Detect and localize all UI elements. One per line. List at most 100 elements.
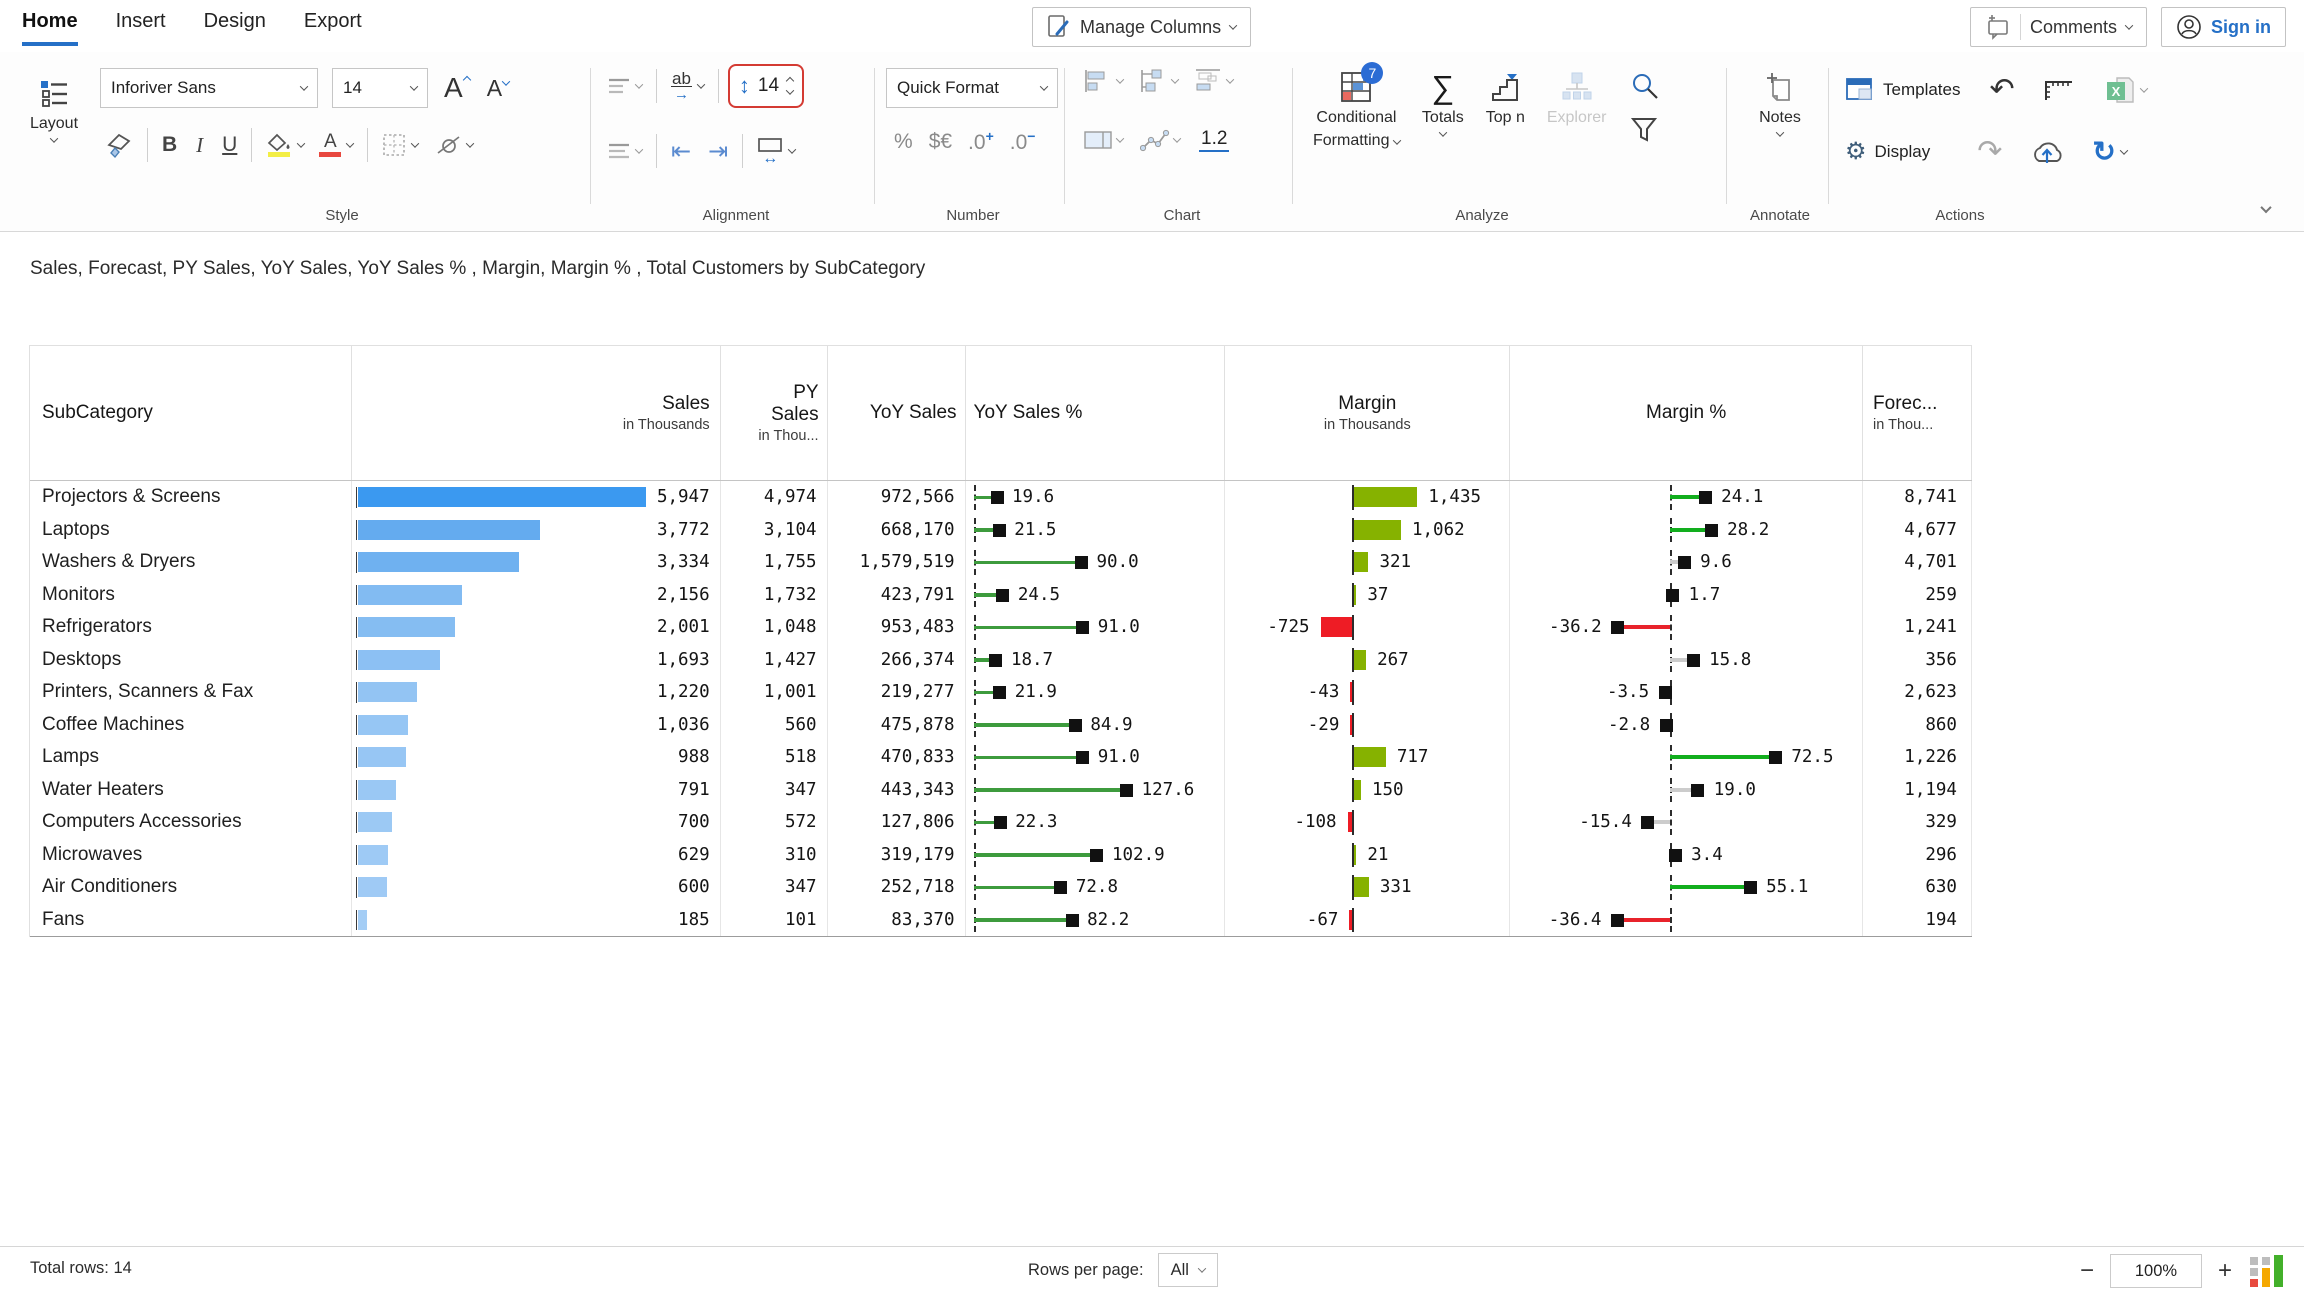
table-row[interactable]: Computers Accessories700572127,80622.3-1… [30,806,1972,839]
bar-chart-button[interactable] [1083,68,1123,94]
search-button[interactable] [1630,72,1660,102]
zoom-out-button[interactable]: − [2080,1254,2094,1288]
currency-format-button[interactable]: $€ [929,130,952,154]
header-yoy-sales[interactable]: YoY Sales [828,346,966,480]
redo-button[interactable]: ↷ [1977,134,2002,169]
quick-format-select[interactable]: Quick Format [886,68,1058,108]
zoom-level[interactable]: 100% [2110,1254,2202,1288]
table-row[interactable]: Lamps988518470,83391.071772.51,226 [30,741,1972,774]
row-height-control[interactable]: ↕ 14 [728,64,804,108]
undo-button[interactable]: ↶ [1989,72,2014,107]
combo-chart-button[interactable] [1193,68,1233,94]
horizontal-align-button[interactable] [607,142,642,160]
cloud-upload-button[interactable] [2030,139,2064,165]
sign-in-button[interactable]: Sign in [2161,7,2286,47]
display-button[interactable]: ⚙ Display [1845,137,1930,166]
column-width-button[interactable]: ↔ [757,138,795,165]
fill-color-button[interactable] [266,133,304,157]
group-label-number: Number [884,207,1062,224]
table-row[interactable]: Washers & Dryers3,3341,7551,579,51990.03… [30,546,1972,579]
totals-button[interactable]: ∑ Totals [1422,70,1464,137]
excel-export-button[interactable]: X [2103,76,2147,104]
margin-pct-marker [1659,686,1672,699]
underline-button[interactable]: U [222,133,237,157]
increase-decimal-button[interactable]: .0+ [968,128,994,155]
spinner-down-icon[interactable] [786,86,794,94]
hide-gridlines-button[interactable] [435,134,473,156]
borders-button[interactable] [382,133,418,157]
table-row[interactable]: Refrigerators2,0011,048953,48391.0-725-3… [30,611,1972,644]
tab-home[interactable]: Home [22,10,78,46]
spinner-up-icon[interactable] [786,76,794,84]
notes-button[interactable]: Notes [1747,72,1813,137]
tab-design[interactable]: Design [204,10,266,46]
margin-cell: 21 [1225,839,1510,872]
table-row[interactable]: Projectors & Screens5,9474,974972,56619.… [30,481,1972,514]
vertical-align-button[interactable] [607,77,642,95]
forecast-value: 1,226 [1904,741,1957,774]
header-forecast[interactable]: Forec... in Thou... [1863,346,1972,480]
format-painter-button[interactable] [105,131,133,159]
collapse-ribbon-button[interactable] [2262,200,2270,218]
ruler-button[interactable] [2043,78,2075,102]
header-margin-pct[interactable]: Margin % [1510,346,1863,480]
table-row[interactable]: Fans18510183,37082.2-67-36.4194 [30,904,1972,937]
header-margin[interactable]: Margin in Thousands [1225,346,1510,480]
refresh-button[interactable]: ↻ [2092,135,2126,168]
table-row[interactable]: Desktops1,6931,427266,37418.726715.8356 [30,644,1972,677]
table-row[interactable]: Air Conditioners600347252,71872.833155.1… [30,871,1972,904]
header-sales[interactable]: Sales in Thousands [352,346,721,480]
zoom-in-button[interactable]: + [2218,1254,2232,1288]
templates-button[interactable]: Templates [1845,77,1960,103]
sparkline-button[interactable] [1140,128,1180,152]
sales-value: 185 [678,904,710,937]
indent-decrease-button[interactable]: ⇤ [671,137,691,166]
yoy-sales-value: 252,718 [881,871,955,904]
margin-pct-cell: 72.5 [1510,741,1863,774]
manage-columns-button[interactable]: Manage Columns [1032,7,1251,47]
text-direction-button[interactable]: ab → [671,71,704,102]
forecast-value: 4,677 [1904,514,1957,547]
italic-button[interactable]: I [196,133,203,158]
font-size-select[interactable]: 14 [332,68,428,108]
format-painter-icon [105,131,133,159]
table-row[interactable]: Microwaves629310319,179102.9213.4296 [30,839,1972,872]
filter-button[interactable] [1630,116,1660,144]
top-n-button[interactable]: Top n [1486,70,1525,127]
row-height-spinner[interactable] [787,78,793,95]
page-size-select[interactable]: All [1158,1253,1218,1287]
layout-button[interactable]: Layout [27,78,81,143]
shrink-font-button[interactable]: A [487,75,509,102]
yoy-pct-line [974,561,1082,565]
bold-button[interactable]: B [162,133,177,157]
hierarchy-chart-button[interactable] [1138,68,1178,94]
table-row[interactable]: Laptops3,7723,104668,17021.51,06228.24,6… [30,514,1972,547]
header-yoy-sales-pct[interactable]: YoY Sales % [966,346,1226,480]
grow-font-button[interactable]: A [444,72,470,104]
py-sales-value: 101 [785,904,817,937]
subcategory-cell: Computers Accessories [30,806,352,839]
indent-increase-button[interactable]: ⇥ [708,137,728,166]
header-py-sales[interactable]: PY Sales in Thou... [721,346,828,480]
conditional-formatting-button[interactable]: 7 Conditional Formatting [1313,70,1400,150]
table-row[interactable]: Coffee Machines1,036560475,87884.9-29-2.… [30,709,1972,742]
table-row[interactable]: Printers, Scanners & Fax1,2201,001219,27… [30,676,1972,709]
explorer-button[interactable]: Explorer [1547,70,1607,127]
yoy-sales-cell: 127,806 [828,806,966,839]
tab-export[interactable]: Export [304,10,362,46]
font-family-select[interactable]: Inforiver Sans [100,68,318,108]
align-lines-icon [607,142,631,160]
decimal-places-button[interactable]: 1.2 [1199,128,1229,152]
percent-format-button[interactable]: % [894,130,913,154]
table-row[interactable]: Monitors2,1561,732423,79124.5371.7259 [30,579,1972,612]
tab-insert[interactable]: Insert [116,10,166,46]
table-row[interactable]: Water Heaters791347443,343127.615019.01,… [30,774,1972,807]
font-color-button[interactable]: A [319,133,353,157]
table-style-button[interactable] [1083,129,1123,151]
subcategory-name: Microwaves [30,839,351,870]
chevron-down-icon [410,82,418,90]
yoy-sales-cell: 319,179 [828,839,966,872]
header-subcategory[interactable]: SubCategory [30,346,352,480]
decrease-decimal-button[interactable]: .0− [1010,128,1036,155]
comments-button[interactable]: Comments [1970,7,2147,47]
